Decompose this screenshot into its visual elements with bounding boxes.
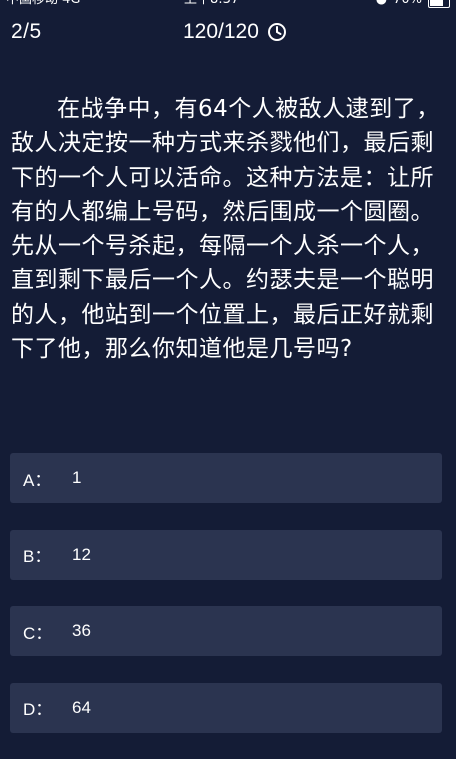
battery-fill	[430, 0, 443, 6]
option-value: 12	[72, 544, 91, 564]
status-time: 上午8:37	[184, 0, 239, 9]
status-bar: 中国移动 4G 上午8:37 ◕ 70%	[0, 0, 456, 9]
status-right: ◕ 70%	[376, 0, 450, 9]
battery-percent: 70%	[393, 0, 422, 9]
option-value: 1	[72, 468, 82, 487]
battery-icon	[428, 0, 450, 8]
question-text: 在战争中，有64个人被敌人逮到了，敌人决定按一种方式来杀戮他们，最后剩下的一个人…	[11, 96, 440, 363]
clock-icon	[267, 23, 286, 41]
timer: 120/120	[183, 20, 287, 44]
answer-option-d[interactable]: D： 64	[10, 682, 442, 733]
option-letter: D：	[23, 700, 53, 719]
carrier-label: 中国移动 4G	[6, 0, 80, 9]
answer-options: A： 1 B： 12 C： 36 D： 64	[10, 453, 442, 759]
alarm-icon: ◕	[376, 0, 387, 9]
header: 2/5 120/120	[0, 18, 456, 52]
answer-option-c[interactable]: C： 36	[10, 606, 442, 656]
question-progress: 2/5	[11, 20, 42, 43]
option-value: 64	[72, 697, 91, 717]
answer-option-b[interactable]: B： 12	[10, 529, 442, 580]
option-value: 36	[72, 621, 91, 640]
option-letter: A：	[23, 470, 52, 490]
answer-option-a[interactable]: A： 1	[10, 453, 442, 503]
option-letter: C：	[23, 623, 53, 643]
timer-value: 120/120	[183, 20, 259, 43]
option-letter: B：	[23, 547, 52, 566]
